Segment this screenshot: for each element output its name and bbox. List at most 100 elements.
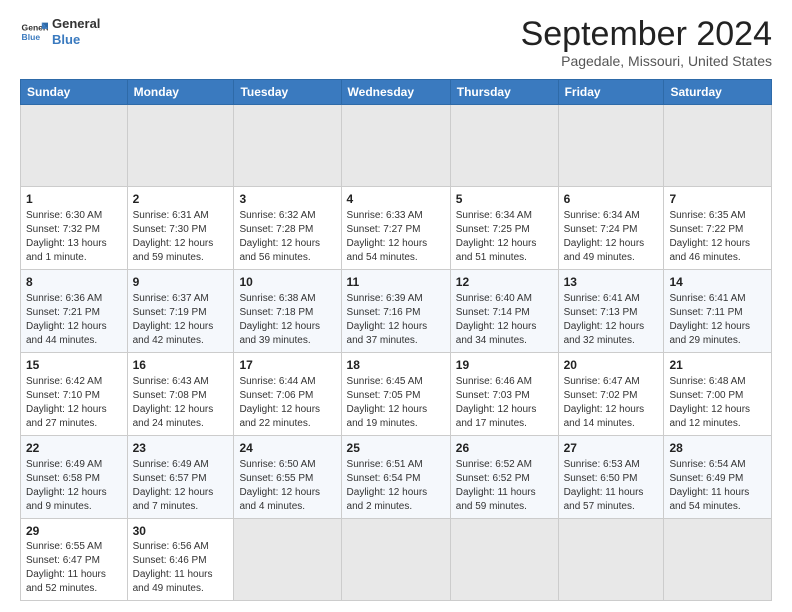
day-number: 2 [133,191,229,208]
table-cell [664,105,772,187]
table-cell [450,105,558,187]
daylight-hours: Daylight: 12 hours and 24 minutes. [133,404,214,429]
sunset-time: Sunset: 7:19 PM [133,307,207,318]
sunrise-time: Sunrise: 6:40 AM [456,293,532,304]
day-number: 20 [564,357,659,374]
sunset-time: Sunset: 6:58 PM [26,473,100,484]
daylight-hours: Daylight: 12 hours and 12 minutes. [669,404,750,429]
table-cell: 4Sunrise: 6:33 AMSunset: 7:27 PMDaylight… [341,187,450,270]
logo-icon: General Blue [20,18,48,46]
sunset-time: Sunset: 7:25 PM [456,224,530,235]
sunset-time: Sunset: 7:16 PM [347,307,421,318]
sunrise-time: Sunrise: 6:49 AM [133,459,209,470]
sunrise-time: Sunrise: 6:41 AM [669,293,745,304]
daylight-hours: Daylight: 12 hours and 56 minutes. [239,238,320,263]
sunrise-time: Sunrise: 6:38 AM [239,293,315,304]
table-cell: 26Sunrise: 6:52 AMSunset: 6:52 PMDayligh… [450,435,558,518]
sunset-time: Sunset: 7:06 PM [239,390,313,401]
table-cell: 27Sunrise: 6:53 AMSunset: 6:50 PMDayligh… [558,435,664,518]
sunset-time: Sunset: 7:03 PM [456,390,530,401]
sunrise-time: Sunrise: 6:53 AM [564,459,640,470]
day-number: 18 [347,357,445,374]
sunset-time: Sunset: 7:24 PM [564,224,638,235]
daylight-hours: Daylight: 11 hours and 54 minutes. [669,487,749,512]
sunset-time: Sunset: 6:50 PM [564,473,638,484]
day-number: 1 [26,191,122,208]
table-cell [21,105,128,187]
sunset-time: Sunset: 6:57 PM [133,473,207,484]
table-cell: 11Sunrise: 6:39 AMSunset: 7:16 PMDayligh… [341,270,450,353]
day-number: 11 [347,274,445,291]
col-saturday: Saturday [664,80,772,105]
table-cell: 22Sunrise: 6:49 AMSunset: 6:58 PMDayligh… [21,435,128,518]
day-number: 22 [26,440,122,457]
sunrise-time: Sunrise: 6:33 AM [347,210,423,221]
sunrise-time: Sunrise: 6:32 AM [239,210,315,221]
sunset-time: Sunset: 7:05 PM [347,390,421,401]
table-cell: 28Sunrise: 6:54 AMSunset: 6:49 PMDayligh… [664,435,772,518]
table-cell: 20Sunrise: 6:47 AMSunset: 7:02 PMDayligh… [558,352,664,435]
sunset-time: Sunset: 7:10 PM [26,390,100,401]
sunrise-time: Sunrise: 6:55 AM [26,541,102,552]
day-number: 7 [669,191,766,208]
daylight-hours: Daylight: 12 hours and 51 minutes. [456,238,537,263]
daylight-hours: Daylight: 12 hours and 44 minutes. [26,321,107,346]
daylight-hours: Daylight: 12 hours and 7 minutes. [133,487,214,512]
sunset-time: Sunset: 7:08 PM [133,390,207,401]
day-number: 9 [133,274,229,291]
day-number: 27 [564,440,659,457]
sunrise-time: Sunrise: 6:34 AM [564,210,640,221]
sunset-time: Sunset: 7:32 PM [26,224,100,235]
daylight-hours: Daylight: 12 hours and 2 minutes. [347,487,428,512]
day-number: 4 [347,191,445,208]
table-cell [558,518,664,601]
daylight-hours: Daylight: 12 hours and 9 minutes. [26,487,107,512]
table-cell: 12Sunrise: 6:40 AMSunset: 7:14 PMDayligh… [450,270,558,353]
daylight-hours: Daylight: 12 hours and 19 minutes. [347,404,428,429]
daylight-hours: Daylight: 12 hours and 17 minutes. [456,404,537,429]
sunrise-time: Sunrise: 6:34 AM [456,210,532,221]
table-cell [341,518,450,601]
day-number: 26 [456,440,553,457]
table-cell: 29Sunrise: 6:55 AMSunset: 6:47 PMDayligh… [21,518,128,601]
sunrise-time: Sunrise: 6:42 AM [26,376,102,387]
day-number: 6 [564,191,659,208]
sunrise-time: Sunrise: 6:30 AM [26,210,102,221]
day-number: 17 [239,357,335,374]
day-number: 29 [26,523,122,540]
sunrise-time: Sunrise: 6:41 AM [564,293,640,304]
day-number: 23 [133,440,229,457]
sunrise-time: Sunrise: 6:46 AM [456,376,532,387]
sunset-time: Sunset: 7:18 PM [239,307,313,318]
daylight-hours: Daylight: 12 hours and 34 minutes. [456,321,537,346]
daylight-hours: Daylight: 12 hours and 27 minutes. [26,404,107,429]
table-cell [664,518,772,601]
sunrise-time: Sunrise: 6:54 AM [669,459,745,470]
daylight-hours: Daylight: 12 hours and 14 minutes. [564,404,645,429]
table-cell: 10Sunrise: 6:38 AMSunset: 7:18 PMDayligh… [234,270,341,353]
sunset-time: Sunset: 6:52 PM [456,473,530,484]
location-subtitle: Pagedale, Missouri, United States [521,53,772,69]
day-number: 30 [133,523,229,540]
daylight-hours: Daylight: 12 hours and 4 minutes. [239,487,320,512]
daylight-hours: Daylight: 12 hours and 54 minutes. [347,238,428,263]
sunset-time: Sunset: 6:55 PM [239,473,313,484]
sunrise-time: Sunrise: 6:45 AM [347,376,423,387]
table-cell: 9Sunrise: 6:37 AMSunset: 7:19 PMDaylight… [127,270,234,353]
sunset-time: Sunset: 6:49 PM [669,473,743,484]
sunset-time: Sunset: 7:21 PM [26,307,100,318]
table-cell: 5Sunrise: 6:34 AMSunset: 7:25 PMDaylight… [450,187,558,270]
title-block: September 2024 Pagedale, Missouri, Unite… [521,16,772,69]
table-cell [234,105,341,187]
logo-text-blue: Blue [52,32,100,48]
day-number: 21 [669,357,766,374]
page: General Blue General Blue September 2024… [0,0,792,611]
sunset-time: Sunset: 7:11 PM [669,307,742,318]
col-friday: Friday [558,80,664,105]
table-cell [341,105,450,187]
daylight-hours: Daylight: 12 hours and 32 minutes. [564,321,645,346]
col-wednesday: Wednesday [341,80,450,105]
daylight-hours: Daylight: 12 hours and 49 minutes. [564,238,645,263]
sunset-time: Sunset: 6:54 PM [347,473,421,484]
day-number: 24 [239,440,335,457]
